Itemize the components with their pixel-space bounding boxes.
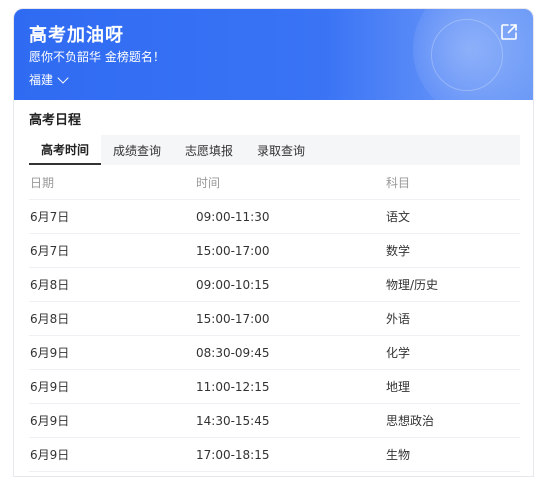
header-subject: 科目	[386, 176, 411, 190]
cell-date: 6月7日	[30, 244, 70, 258]
tab-bar: 高考时间 成绩查询 志愿填报 录取查询	[29, 135, 520, 165]
cell-subject: 语文	[386, 210, 411, 224]
header-date: 日期	[30, 176, 55, 190]
cell-subject: 地理	[386, 380, 411, 394]
header-time: 时间	[196, 176, 221, 190]
table-row: 6月9日 17:00-18:15 生物	[29, 438, 520, 472]
banner-title: 高考加油呀	[29, 25, 124, 46]
table-row: 6月7日 09:00-11:30 语文	[29, 200, 520, 234]
section-title: 高考日程	[29, 113, 82, 128]
cell-date: 6月7日	[30, 210, 70, 224]
chevron-down-icon	[57, 71, 69, 84]
cell-date: 6月9日	[30, 448, 70, 462]
table-row: 6月9日 14:30-15:45 思想政治	[29, 404, 520, 438]
cell-subject: 生物	[386, 448, 411, 462]
cell-time: 15:00-17:00	[196, 243, 270, 258]
cell-time: 11:00-12:15	[196, 379, 270, 394]
table-row: 6月7日 15:00-17:00 数学	[29, 234, 520, 268]
cell-date: 6月9日	[30, 346, 70, 360]
cell-time: 14:30-15:45	[196, 413, 270, 428]
table-row: 6月9日 11:00-12:15 地理	[29, 370, 520, 404]
tab-exam-time[interactable]: 高考时间	[29, 135, 102, 165]
table-header-row: 日期 时间 科目	[29, 166, 520, 200]
banner-decoration-ring	[431, 19, 503, 91]
banner-subtitle: 愿你不负韶华 金榜题名！	[29, 50, 165, 64]
cell-subject: 化学	[386, 346, 411, 360]
region-label: 福建	[29, 73, 54, 87]
table-row: 6月9日 08:30-09:45 化学	[29, 336, 520, 370]
cell-date: 6月9日	[30, 414, 70, 428]
table-row: 6月8日 15:00-17:00 外语	[29, 302, 520, 336]
cell-time: 09:00-11:30	[196, 209, 270, 224]
table-row: 6月8日 09:00-10:15 物理/历史	[29, 268, 520, 302]
region-selector[interactable]: 福建	[29, 71, 69, 88]
cell-date: 6月8日	[30, 312, 70, 326]
cell-date: 6月8日	[30, 278, 70, 292]
cell-subject: 物理/历史	[386, 278, 439, 292]
cell-subject: 数学	[386, 244, 411, 258]
tab-admission-query[interactable]: 录取查询	[245, 135, 317, 165]
tab-score-query[interactable]: 成绩查询	[101, 135, 173, 165]
gaokao-card: 高考加油呀 愿你不负韶华 金榜题名！ 福建 高考日程 高考时间 成绩查询 志愿填…	[13, 8, 534, 477]
schedule-table: 日期 时间 科目 6月7日 09:00-11:30 语文 6月7日 15:00-…	[29, 166, 520, 472]
tab-application[interactable]: 志愿填报	[173, 135, 245, 165]
cell-time: 09:00-10:15	[196, 277, 270, 292]
cell-time: 15:00-17:00	[196, 311, 270, 326]
cell-time: 08:30-09:45	[196, 345, 270, 360]
cell-date: 6月9日	[30, 380, 70, 394]
cell-time: 17:00-18:15	[196, 447, 270, 462]
cell-subject: 思想政治	[386, 414, 435, 428]
cell-subject: 外语	[386, 312, 411, 326]
share-icon[interactable]	[499, 22, 519, 42]
banner: 高考加油呀 愿你不负韶华 金榜题名！ 福建	[14, 9, 533, 100]
